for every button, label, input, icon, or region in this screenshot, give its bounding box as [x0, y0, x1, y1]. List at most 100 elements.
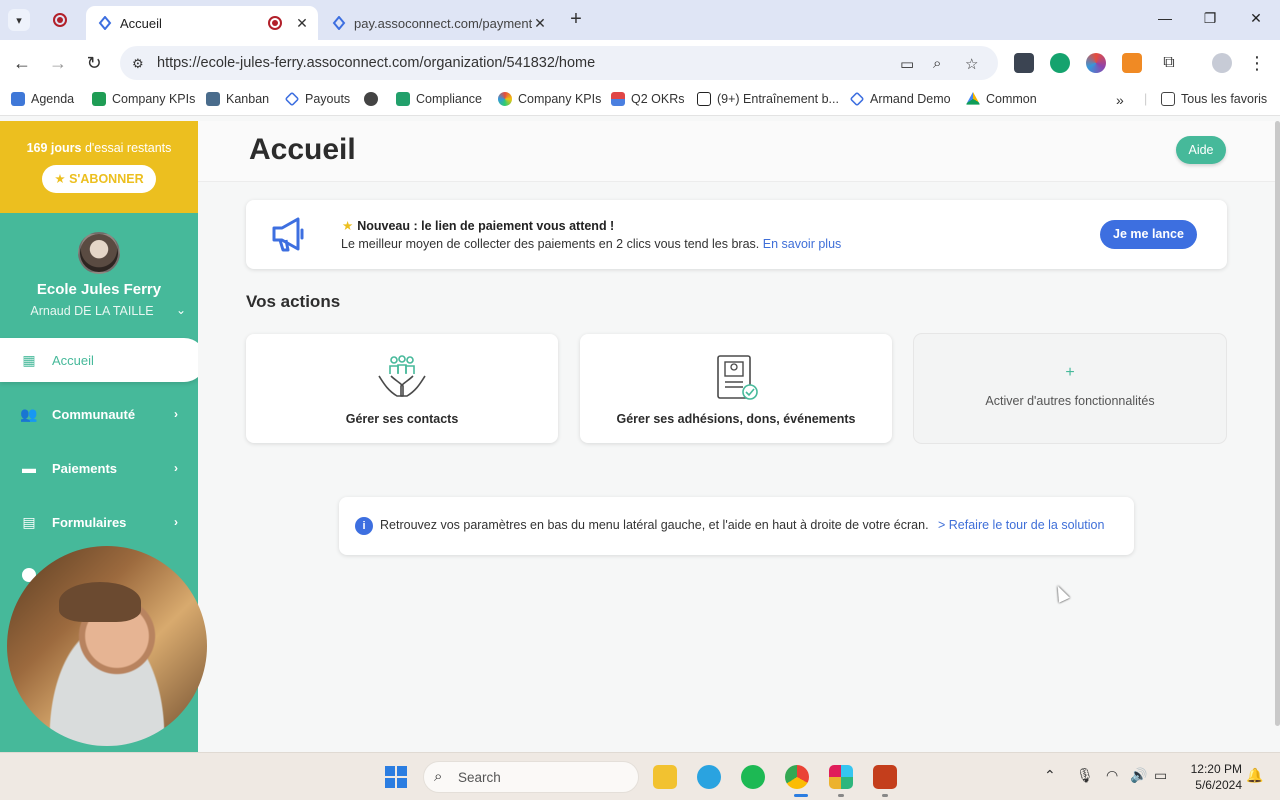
dashboard-icon: ▦ [22, 351, 36, 368]
more-menu-icon[interactable]: ⋮ [1246, 52, 1268, 74]
windows-start-icon[interactable] [384, 765, 408, 789]
wifi-icon[interactable]: ◠ [1106, 767, 1118, 784]
sidebar-item-label: Paiements [52, 460, 118, 476]
bookmark-star-icon[interactable]: ☆ [965, 55, 978, 73]
help-button[interactable]: Aide [1176, 136, 1226, 164]
tab-payment[interactable]: pay.assoconnect.com/payment ✕ [320, 6, 556, 40]
membership-card-icon [717, 355, 758, 400]
assoconnect-icon [849, 91, 865, 107]
bookmark-globe[interactable] [364, 92, 384, 106]
bookmark-common[interactable]: Common [966, 92, 1037, 106]
taskbar-search[interactable]: ⌕ Search [423, 761, 639, 793]
new-tab-icon[interactable]: + [566, 9, 586, 30]
card-label: Activer d'autres fonctionnalités [985, 394, 1155, 408]
bookmark-armand-demo[interactable]: Armand Demo [849, 91, 951, 107]
microphone-icon[interactable]: 🎙 [1076, 767, 1094, 784]
manage-memberships-card[interactable]: Gérer ses adhésions, dons, événements [580, 334, 892, 443]
system-clock[interactable]: 12:20 PM 5/6/2024 [1180, 761, 1242, 793]
webcam-person [59, 582, 141, 622]
sidebar-item-label: Accueil [52, 352, 94, 368]
user-name[interactable]: Arnaud DE LA TAILLE [0, 304, 184, 318]
more-bookmarks-icon[interactable]: » [1116, 92, 1124, 108]
sidebar-item-formulaires[interactable]: ▤ Formulaires › [0, 500, 198, 544]
get-started-button[interactable]: Je me lance [1100, 220, 1197, 249]
volume-icon[interactable]: 🔊 [1130, 767, 1147, 784]
page-scrollbar[interactable] [1275, 121, 1280, 726]
globe-icon [364, 92, 378, 106]
notification-bell-icon[interactable]: 🔔 [1246, 767, 1263, 784]
slack-icon[interactable] [829, 765, 853, 789]
banner-title: ★ Nouveau : le lien de paiement vous atte… [342, 219, 615, 233]
spotify-icon[interactable] [741, 765, 765, 789]
kanban-icon [206, 92, 220, 106]
chevron-right-icon: › [174, 461, 178, 475]
windows-taskbar: ⌕ Search ⌃ 🎙 ◠ 🔊 ▭ 12:20 PM 5/6/2024 🔔 [0, 752, 1280, 800]
reload-icon[interactable]: ↻ [83, 52, 105, 74]
recording-tab-icon[interactable] [53, 13, 67, 27]
chevron-down-icon[interactable]: ⌄ [176, 303, 186, 317]
banner-description: Le meilleur moyen de collecter des paiem… [341, 237, 842, 251]
extension-icon[interactable] [1086, 53, 1106, 73]
calendar-icon [11, 92, 25, 106]
bookmark-payouts[interactable]: Payouts [284, 91, 350, 107]
chevron-up-icon[interactable]: ⌃ [1044, 767, 1056, 784]
activate-features-card[interactable]: + Activer d'autres fonctionnalités [914, 334, 1226, 443]
browser-toolbar: ← → ↻ ⚙ https://ecole-jules-ferry.assoco… [0, 40, 1280, 86]
bookmark-company-kpis[interactable]: Company KPIs [92, 92, 195, 106]
sidebar-item-accueil[interactable]: ▦ Accueil [0, 338, 198, 382]
bookmarks-divider: | [1144, 92, 1148, 106]
learn-more-link[interactable]: En savoir plus [763, 237, 842, 251]
tab-accueil[interactable]: Accueil ✕ [86, 6, 318, 40]
close-tab-icon[interactable]: ✕ [532, 15, 548, 32]
zoom-icon[interactable]: ⌕ [933, 55, 941, 72]
powerpoint-icon[interactable] [873, 765, 897, 789]
info-icon: i [355, 517, 373, 535]
sidebar-item-paiements[interactable]: ▬ Paiements › [0, 446, 198, 490]
search-placeholder: Search [458, 770, 501, 785]
page-header: Accueil Aide [198, 121, 1275, 182]
grammarly-icon[interactable] [1050, 53, 1070, 73]
restore-icon[interactable]: ❐ [1200, 10, 1220, 27]
tab-search-dropdown[interactable]: ▾ [8, 9, 30, 31]
bookmark-q2-okrs[interactable]: Q2 OKRs [611, 92, 685, 106]
extension-icon[interactable] [1014, 53, 1034, 73]
megaphone-icon [272, 217, 304, 252]
all-bookmarks[interactable]: Tous les favoris [1161, 92, 1267, 106]
address-bar[interactable]: ⚙ https://ecole-jules-ferry.assoconnect.… [120, 46, 998, 80]
org-avatar[interactable] [78, 232, 120, 274]
back-icon[interactable]: ← [11, 52, 33, 74]
site-settings-icon[interactable]: ⚙ [132, 56, 144, 72]
recording-icon [268, 16, 282, 30]
close-tab-icon[interactable]: ✕ [294, 15, 310, 32]
minimize-icon[interactable]: — [1155, 10, 1175, 26]
bookmark-company-kpis-2[interactable]: Company KPIs [498, 92, 601, 106]
camera-icon[interactable]: ▭ [900, 55, 914, 73]
chevron-right-icon: › [174, 515, 178, 529]
extensions-puzzle-icon[interactable]: ⧉ [1158, 52, 1180, 74]
webcam-overlay[interactable] [7, 546, 207, 746]
profile-avatar[interactable] [1212, 53, 1232, 73]
url-text: https://ecole-jules-ferry.assoconnect.co… [157, 55, 596, 71]
chrome-icon[interactable] [785, 765, 809, 789]
file-explorer-icon[interactable] [653, 765, 677, 789]
telegram-icon[interactable] [697, 765, 721, 789]
trial-text: 169 jours d'essai restants [26, 141, 172, 155]
folder-icon [1161, 92, 1175, 106]
extension-icon[interactable] [1122, 53, 1142, 73]
card-icon: ▬ [22, 460, 36, 476]
bookmark-notion[interactable]: (9+) Entraînement b... [697, 92, 839, 106]
close-window-icon[interactable]: ✕ [1246, 10, 1266, 27]
subscribe-button[interactable]: ★ S'ABONNER [42, 165, 156, 193]
assoconnect-icon [332, 16, 346, 30]
bookmark-compliance[interactable]: Compliance [396, 92, 482, 106]
manage-contacts-card[interactable]: Gérer ses contacts [246, 334, 558, 443]
restart-tour-link[interactable]: > Refaire le tour de la solution [938, 518, 1104, 532]
bookmark-kanban[interactable]: Kanban [206, 92, 269, 106]
star-icon: ★ [342, 219, 354, 233]
battery-icon[interactable]: ▭ [1154, 767, 1167, 784]
sidebar-item-communaute[interactable]: 👥 Communauté › [0, 392, 198, 436]
tip-text: Retrouvez vos paramètres en bas du menu … [380, 518, 929, 532]
notion-icon [697, 92, 711, 106]
bookmark-agenda[interactable]: Agenda [11, 92, 74, 106]
forward-icon[interactable]: → [47, 52, 69, 74]
